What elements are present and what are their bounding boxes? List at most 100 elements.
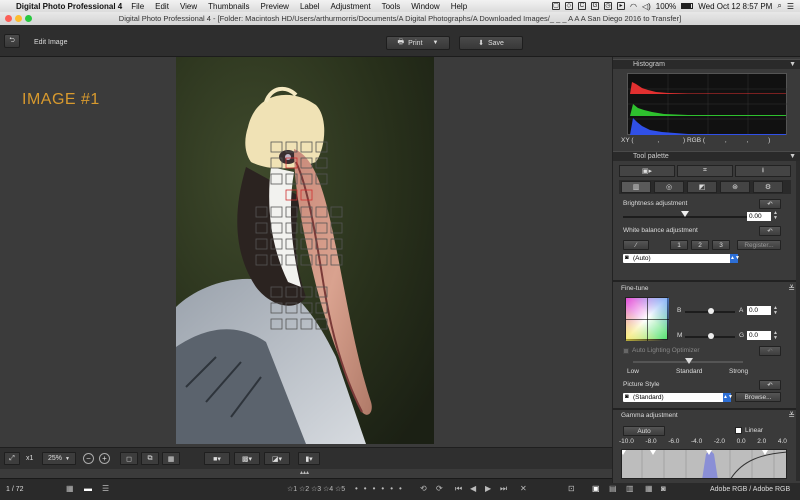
info-button[interactable]: ▮▾	[298, 452, 320, 465]
rating-5-button[interactable]: ☆5	[335, 485, 345, 493]
wb-preset-1[interactable]: 1	[670, 240, 688, 250]
g-stepper[interactable]: ▲ ▼	[773, 331, 778, 341]
fit-screen-button[interactable]: ⤢	[4, 452, 20, 465]
menu-app-name[interactable]: Digital Photo Professional 4	[16, 2, 122, 11]
first-image-icon[interactable]: ⏮	[455, 484, 462, 494]
menu-file[interactable]: File	[131, 2, 144, 11]
camera-icon[interactable]: ◙	[661, 484, 666, 493]
browse-button[interactable]: Browse...	[735, 392, 781, 402]
battery-icon[interactable]	[681, 3, 694, 9]
subtab-basic[interactable]: ▥	[621, 181, 651, 193]
tray-c-icon[interactable]: C	[577, 2, 586, 10]
alo-checkbox[interactable]	[623, 348, 629, 354]
white-balance-select[interactable]: ◙ (Auto) ▲▼	[623, 254, 740, 263]
menu-adjustment[interactable]: Adjustment	[331, 2, 371, 11]
gamma-graph[interactable]	[621, 449, 787, 479]
tray-arrow-icon[interactable]: ▸	[616, 2, 625, 10]
tab-output[interactable]: ⭳	[735, 165, 791, 177]
pelican-photo[interactable]	[176, 57, 434, 444]
layout-c-icon[interactable]: ▥	[626, 484, 634, 493]
tray-app-icon[interactable]: ▢	[551, 2, 560, 10]
alo-slider-knob[interactable]	[685, 358, 693, 364]
zoom-1x-button[interactable]: x1	[26, 455, 33, 462]
collapse-icon[interactable]: ▼	[789, 60, 796, 70]
color-grid[interactable]	[625, 297, 669, 341]
zoom-select[interactable]: 25% ▼	[42, 452, 76, 465]
minimize-window-button[interactable]	[15, 15, 22, 22]
brightness-reset-button[interactable]: ↶	[759, 199, 781, 209]
menu-edit[interactable]: Edit	[155, 2, 169, 11]
wifi-icon[interactable]: ◠	[630, 2, 637, 11]
rating-2-button[interactable]: ☆2	[299, 485, 309, 493]
expand-panel-icon[interactable]: ▴▴▴	[300, 469, 309, 476]
wb-preset-2[interactable]: 2	[691, 240, 709, 250]
zoom-window-button[interactable]	[25, 15, 32, 22]
af-points-button[interactable]: ▩▾	[234, 452, 260, 465]
thumbnail-view-icon[interactable]: ▦	[66, 484, 74, 493]
gamma-auto-button[interactable]: Auto	[623, 426, 665, 436]
brightness-stepper[interactable]: ▲ ▼	[773, 211, 778, 221]
collapse-icon[interactable]: ▼	[789, 152, 796, 162]
brightness-slider-knob[interactable]	[681, 211, 689, 217]
layout-d-icon[interactable]: ▦	[645, 484, 653, 493]
tray-dropbox-icon[interactable]: ◇	[564, 2, 573, 10]
volume-icon[interactable]: ◁)	[642, 2, 651, 11]
menu-tools[interactable]: Tools	[382, 2, 401, 11]
crop-view-button[interactable]: ◻	[120, 452, 138, 465]
last-image-icon[interactable]: ⏭	[500, 484, 507, 494]
menu-clock[interactable]: Wed Oct 12 8:57 PM	[698, 2, 772, 11]
menu-thumbnails[interactable]: Thumbnails	[208, 2, 249, 11]
white-balance-reset-button[interactable]: ↶	[759, 226, 781, 236]
histogram-header[interactable]: Histogram ▼	[613, 59, 800, 69]
menu-preview[interactable]: Preview	[261, 2, 289, 11]
collapse-double-icon[interactable]: ≚	[788, 411, 795, 420]
highlight-warning-button[interactable]: ◪▾	[264, 452, 290, 465]
palette-toggle-icon[interactable]: ⊡	[568, 484, 575, 493]
picture-style-select[interactable]: ◙ (Standard) ▲▼	[623, 393, 733, 402]
rotate-right-icon[interactable]: ⟳	[436, 484, 443, 493]
menu-label[interactable]: Label	[300, 2, 320, 11]
alo-reset-button[interactable]: ↶	[759, 346, 781, 356]
menu-view[interactable]: View	[180, 2, 197, 11]
compare-view-button[interactable]: ⧉	[141, 452, 159, 465]
list-view-icon[interactable]: ☰	[102, 484, 109, 493]
delete-icon[interactable]: ✕	[520, 484, 527, 493]
edit-view-icon[interactable]: ▬	[84, 484, 92, 493]
zoom-in-icon[interactable]: +	[99, 453, 110, 464]
save-button[interactable]: ⬇ Save	[459, 36, 523, 50]
eyedropper-button[interactable]: ⁄	[623, 240, 649, 250]
wb-register-button[interactable]: Register...	[737, 240, 781, 250]
linear-checkbox[interactable]	[735, 427, 742, 434]
m-slider-knob[interactable]	[708, 333, 714, 339]
zoom-out-icon[interactable]: −	[83, 453, 94, 464]
label-dots[interactable]: ••••••	[355, 484, 408, 493]
layout-b-icon[interactable]: ▤	[609, 484, 617, 493]
next-image-icon[interactable]: ▶	[485, 484, 491, 493]
tool-palette-header[interactable]: Tool palette ▼	[613, 151, 800, 161]
a-value-field[interactable]: 0.0	[747, 306, 771, 315]
previous-image-icon[interactable]: ◀	[470, 484, 476, 493]
menu-help[interactable]: Help	[451, 2, 467, 11]
rotate-left-icon[interactable]: ⟲	[420, 484, 427, 493]
b-slider-knob[interactable]	[708, 308, 714, 314]
subtab-color[interactable]: ⊛	[720, 181, 750, 193]
grid-view-button[interactable]: ▦	[162, 452, 180, 465]
image-viewer[interactable]: IMAGE #1	[0, 57, 612, 448]
rating-4-button[interactable]: ☆4	[323, 485, 333, 493]
print-button[interactable]: 🖶 Print ▼	[386, 36, 450, 50]
subtab-tone[interactable]: ◎	[654, 181, 684, 193]
chevron-down-icon[interactable]: ▼	[433, 40, 439, 46]
background-button[interactable]: ■▾	[204, 452, 230, 465]
panel-scrollbar[interactable]	[796, 161, 800, 481]
subtab-settings[interactable]: ⚙	[753, 181, 783, 193]
spotlight-icon[interactable]: ⌕	[777, 1, 781, 11]
subtab-curve[interactable]: ◩	[687, 181, 717, 193]
tab-trim[interactable]: ⌗	[677, 165, 733, 177]
g-value-field[interactable]: 0.0	[747, 331, 771, 340]
wb-preset-3[interactable]: 3	[712, 240, 730, 250]
notification-icon[interactable]: ☰	[787, 2, 794, 11]
tab-basic-image[interactable]: ▣▸	[619, 165, 675, 177]
layout-a-icon[interactable]: ▣	[592, 484, 600, 493]
tray-clock-icon[interactable]: ◷	[603, 2, 612, 10]
collapse-double-icon[interactable]: ≚	[788, 284, 795, 293]
